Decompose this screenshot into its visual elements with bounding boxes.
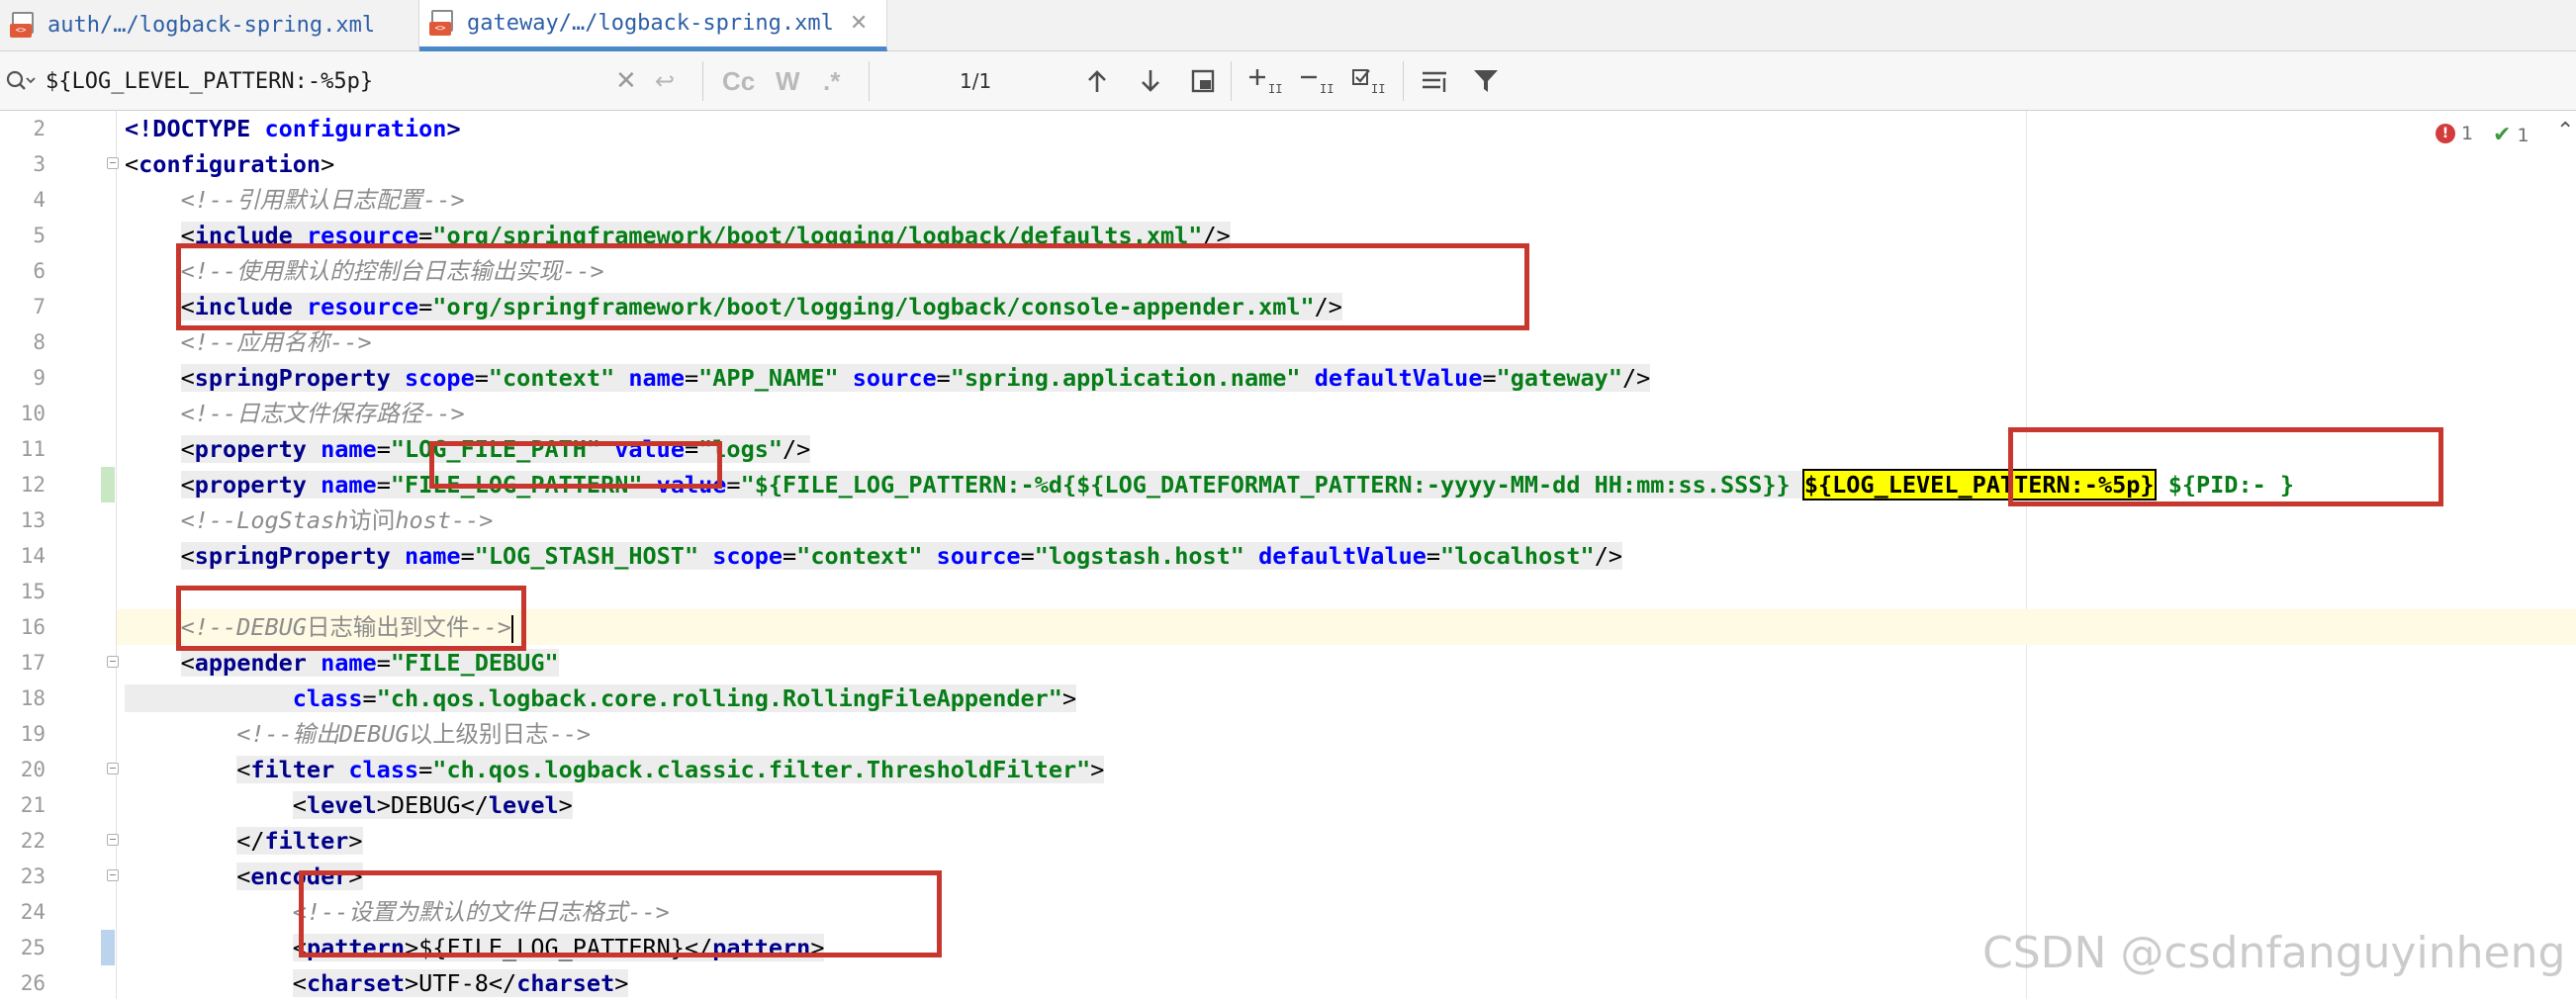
line-content: </filter>: [236, 827, 363, 855]
line-number: 6: [33, 259, 46, 283]
show-filter-popup-icon[interactable]: [1421, 51, 1450, 111]
line-number: 16: [20, 615, 46, 639]
code-line: 3 <configuration>: [0, 146, 2576, 182]
code-line: 14 <springProperty name="LOG_STASH_HOST"…: [0, 538, 2576, 574]
code-line: 13 <!--LogStash访问host-->: [0, 502, 2576, 538]
line-number: 14: [20, 544, 46, 568]
match-count: 1/1: [960, 69, 992, 93]
filter-icon[interactable]: [1472, 51, 1500, 111]
code-line: 9 <springProperty scope="context" name="…: [0, 360, 2576, 396]
line-number: 25: [20, 936, 46, 959]
line-content: <springProperty scope="context" name="AP…: [180, 364, 1651, 392]
previous-occurrence-icon[interactable]: [1086, 51, 1108, 111]
annotation-box: [299, 870, 942, 957]
svg-text:II: II: [1268, 82, 1282, 95]
watermark: CSDN @csdnfanguyinheng: [1982, 928, 2566, 978]
line-number: 20: [20, 758, 46, 781]
line-number: 15: [20, 580, 46, 603]
toolbar-divider: [1231, 61, 1232, 101]
remove-occurrence-icon[interactable]: II: [1300, 51, 1334, 111]
find-bar: ✕ ↩ Cc W .* 1/1 II II II: [0, 51, 2576, 111]
line-number: 23: [20, 864, 46, 888]
search-icon[interactable]: [6, 51, 40, 111]
line-number: 19: [20, 722, 46, 746]
tab-label: gateway/…/logback-spring.xml: [467, 11, 834, 36]
code-line: 19 <!--输出DEBUG以上级别日志-->: [0, 716, 2576, 752]
code-line: 4 <!--引用默认日志配置-->: [0, 182, 2576, 218]
line-content: class="ch.qos.logback.core.rolling.Rolli…: [125, 681, 1077, 716]
code-line: 21 <level>DEBUG</level>: [0, 787, 2576, 823]
line-number: 18: [20, 686, 46, 710]
code-line: 10 <!--日志文件保存路径-->: [0, 396, 2576, 431]
clear-search-icon[interactable]: ✕: [615, 51, 637, 111]
annotation-box: [2008, 427, 2443, 506]
fold-toggle-icon[interactable]: [107, 656, 119, 668]
code-line: 18 class="ch.qos.logback.core.rolling.Ro…: [0, 681, 2576, 716]
line-number: 7: [33, 295, 46, 318]
tab-auth-logback-spring[interactable]: <> auth/…/logback-spring.xml: [0, 0, 419, 50]
toolbar-divider: [1403, 61, 1404, 101]
line-number: 8: [33, 330, 46, 354]
line-number: 13: [20, 508, 46, 532]
search-input[interactable]: [46, 68, 599, 94]
line-number: 26: [20, 971, 46, 995]
fold-toggle-icon[interactable]: [107, 157, 119, 169]
next-occurrence-icon[interactable]: [1140, 51, 1161, 111]
annotation-box: [429, 441, 722, 489]
line-number: 5: [33, 224, 46, 247]
line-number: 21: [20, 793, 46, 817]
line-content: <configuration>: [125, 150, 335, 178]
fold-toggle-icon[interactable]: [107, 834, 119, 846]
xml-file-icon: <>: [10, 11, 34, 40]
annotation-box: [176, 243, 1529, 330]
toolbar-divider: [702, 61, 703, 101]
select-all-occurrences-icon[interactable]: II: [1351, 51, 1385, 111]
line-number: 17: [20, 651, 46, 675]
fold-toggle-icon[interactable]: [107, 763, 119, 774]
line-content: <!DOCTYPE configuration>: [125, 115, 461, 142]
code-editor[interactable]: ! 1 ✔ 1 ⌃ 2 <!DOCTYPE configuration> 3 <co…: [0, 111, 2576, 999]
open-in-window-icon[interactable]: [1191, 51, 1215, 111]
line-content: <!--输出DEBUG以上级别日志-->: [236, 720, 591, 748]
svg-text:II: II: [1320, 82, 1334, 95]
new-line-icon[interactable]: ↩: [655, 51, 675, 111]
code-line: 2 <!DOCTYPE configuration>: [0, 111, 2576, 146]
line-content: <!--LogStash访问host-->: [180, 506, 494, 534]
line-number: 9: [33, 366, 46, 390]
line-number: 12: [20, 473, 46, 497]
line-number: 2: [33, 117, 46, 140]
match-case-toggle[interactable]: Cc: [722, 51, 755, 111]
code-line: 20 <filter class="ch.qos.logback.classic…: [0, 752, 2576, 787]
whole-words-toggle[interactable]: W: [776, 51, 800, 111]
line-number: 4: [33, 188, 46, 212]
line-number: 22: [20, 829, 46, 853]
line-number: 24: [20, 900, 46, 924]
vcs-modified-marker[interactable]: [101, 467, 115, 502]
line-content: <!--引用默认日志配置-->: [180, 186, 465, 214]
line-content: <springProperty name="LOG_STASH_HOST" sc…: [180, 542, 1622, 570]
line-number: 3: [33, 152, 46, 176]
regex-toggle[interactable]: .*: [823, 51, 840, 111]
toolbar-divider: [869, 61, 870, 101]
line-number: 11: [20, 437, 46, 461]
svg-text:II: II: [1371, 82, 1385, 95]
vcs-changed-marker[interactable]: [101, 930, 115, 965]
tab-gateway-logback-spring[interactable]: <> gateway/…/logback-spring.xml ✕: [419, 0, 887, 51]
line-number: 10: [20, 402, 46, 425]
code-line: 22 </filter>: [0, 823, 2576, 859]
close-tab-icon[interactable]: ✕: [850, 11, 868, 36]
line-content: <charset>UTF-8</charset>: [292, 969, 629, 997]
xml-file-icon: <>: [429, 9, 453, 38]
annotation-box: [176, 586, 526, 651]
line-content: <filter class="ch.qos.logback.classic.fi…: [236, 756, 1105, 783]
line-content: <!--日志文件保存路径-->: [180, 400, 465, 427]
tab-label: auth/…/logback-spring.xml: [47, 13, 376, 38]
add-occurrence-icon[interactable]: II: [1248, 51, 1282, 111]
fold-toggle-icon[interactable]: [107, 869, 119, 881]
editor-tab-bar: <> auth/…/logback-spring.xml <> gateway/…: [0, 0, 2576, 51]
line-content: <level>DEBUG</level>: [292, 791, 573, 819]
search-field[interactable]: [46, 51, 619, 111]
